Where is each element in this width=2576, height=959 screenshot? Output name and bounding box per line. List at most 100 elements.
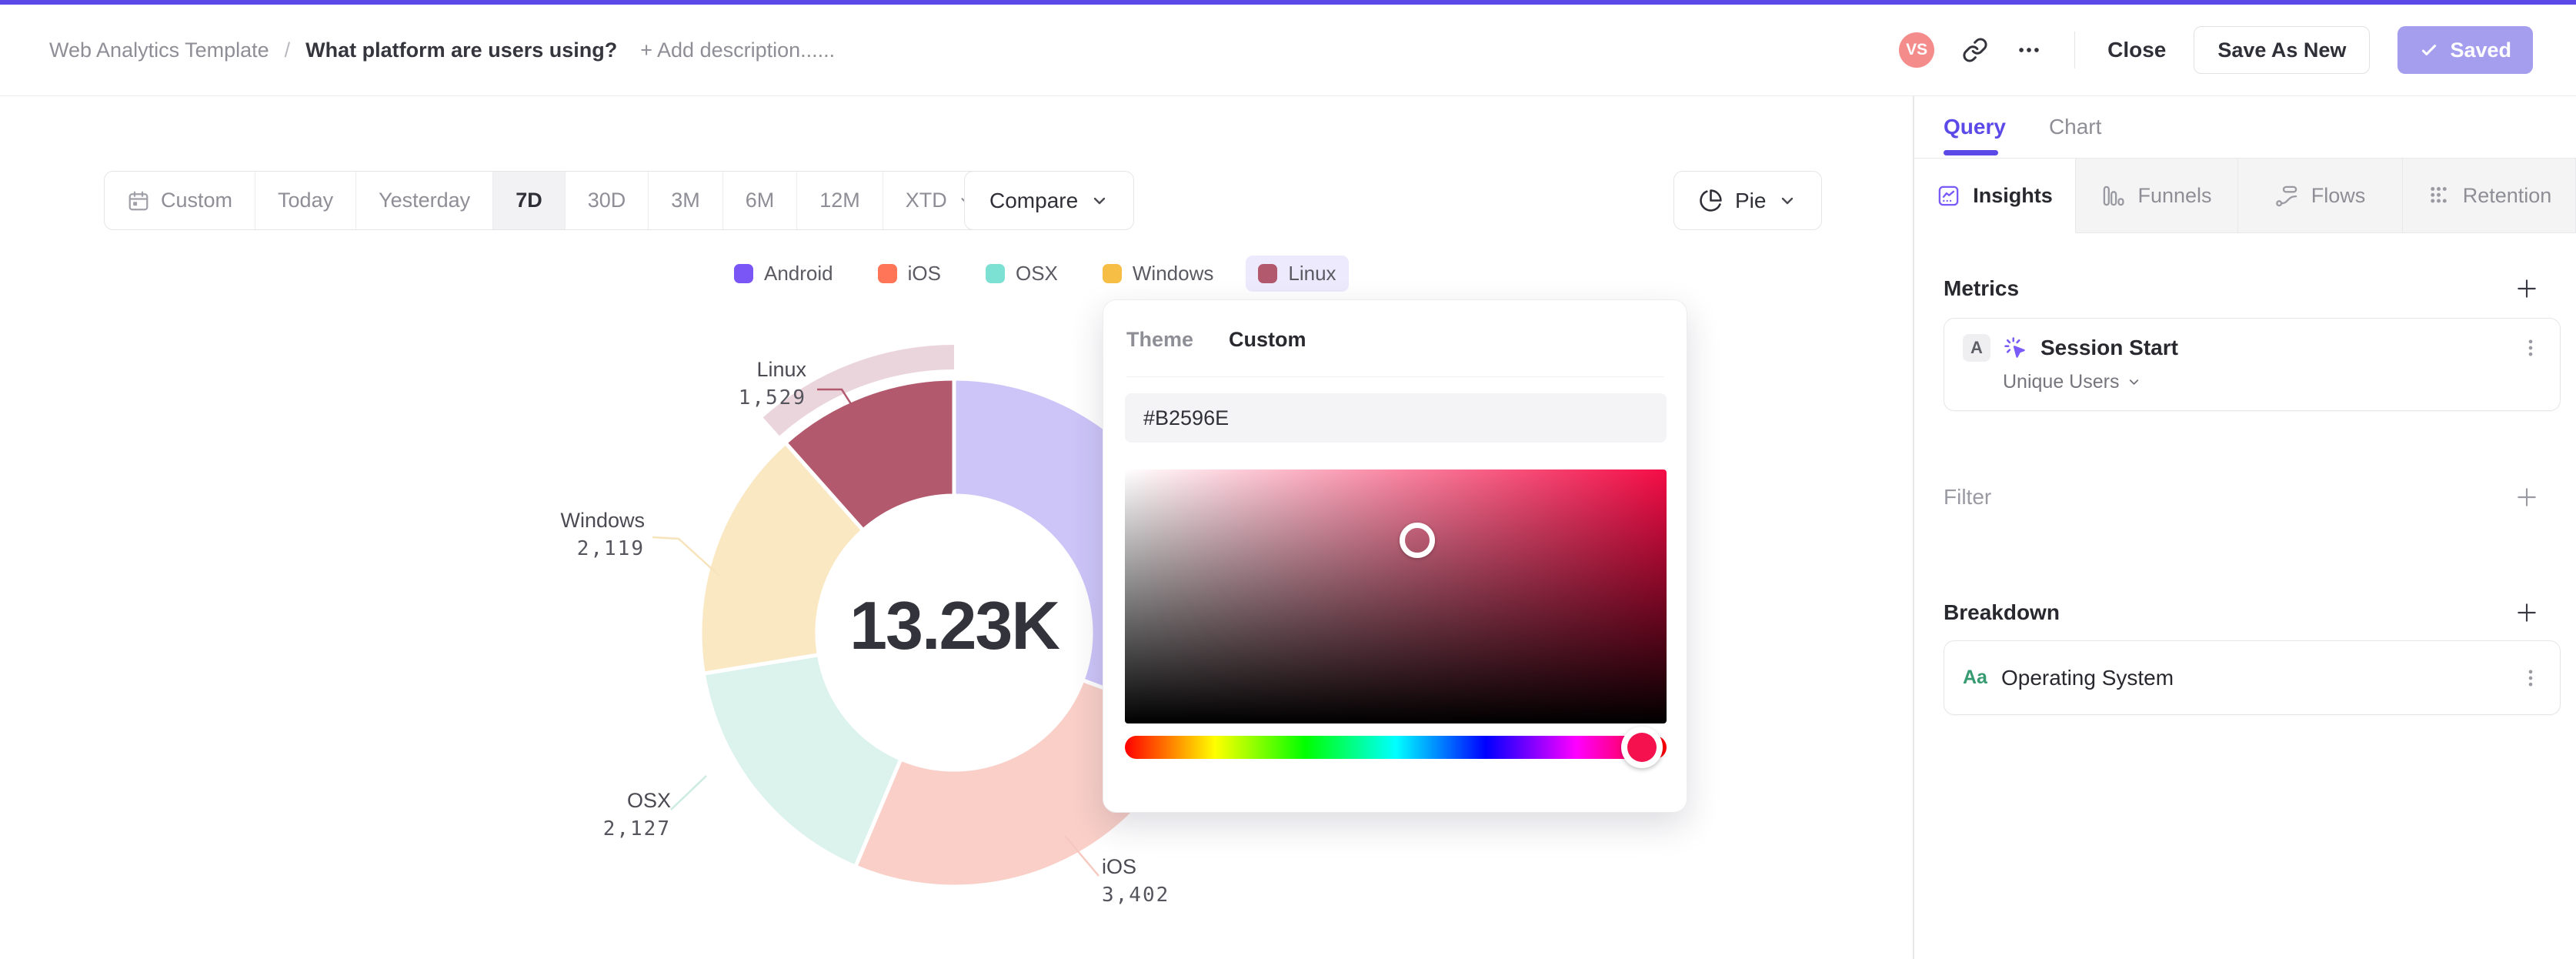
legend-label: Linux — [1288, 262, 1336, 285]
chevron-down-icon — [2127, 375, 2141, 389]
header: Web Analytics Template / What platform a… — [0, 5, 2576, 96]
hue-handle-color — [1627, 733, 1657, 762]
legend-item-windows[interactable]: Windows — [1090, 256, 1226, 292]
saved-button-label: Saved — [2450, 38, 2511, 62]
date-range-custom[interactable]: Custom — [105, 172, 256, 229]
date-range-today[interactable]: Today — [255, 172, 357, 229]
legend-swatch — [877, 264, 897, 283]
metric-card[interactable]: A Session Start Unique Users — [1944, 318, 2561, 411]
analysis-type-tabs: Insights Funnels Flows Retention — [1914, 159, 2576, 233]
tab-custom[interactable]: Custom — [1229, 328, 1306, 352]
leader-line-osx — [670, 775, 707, 810]
filter-section-header: Filter — [1944, 485, 2561, 510]
breakdown-card[interactable]: Aa Operating System — [1944, 640, 2561, 715]
event-spark-icon — [2003, 336, 2028, 361]
metric-aggregation-dropdown[interactable]: Unique Users — [2003, 371, 2541, 393]
slice-label-name: iOS — [1102, 855, 1137, 878]
date-range-label: Yesterday — [379, 189, 471, 212]
saved-button[interactable]: Saved — [2397, 26, 2533, 74]
check-icon — [2419, 40, 2439, 60]
saturation-value-area[interactable] — [1125, 469, 1667, 723]
date-range-7d[interactable]: 7D — [493, 172, 566, 229]
date-range-6m[interactable]: 6M — [723, 172, 798, 229]
link-icon[interactable] — [1962, 37, 1988, 63]
slice-label-name: Windows — [560, 509, 645, 532]
compare-button[interactable]: Compare — [964, 171, 1135, 230]
slice-label-windows: Windows 2,119 — [522, 506, 645, 563]
add-metric-icon[interactable] — [2514, 276, 2539, 301]
metrics-section-header: Metrics — [1944, 276, 2561, 301]
slice-label-value: 2,119 — [576, 537, 645, 560]
insights-icon — [1937, 184, 1960, 208]
popup-divider — [1126, 376, 1663, 377]
save-as-new-button[interactable]: Save As New — [2194, 26, 2371, 74]
slice-label-name: OSX — [626, 789, 671, 812]
date-range-12m[interactable]: 12M — [797, 172, 883, 229]
hex-color-input[interactable] — [1125, 393, 1667, 443]
filter-heading: Filter — [1944, 485, 1992, 509]
date-range-label: 3M — [671, 189, 700, 212]
flows-icon — [2275, 184, 2299, 208]
slice-label-name: Linux — [756, 358, 806, 381]
metrics-heading: Metrics — [1944, 276, 2020, 300]
tab-retention[interactable]: Retention — [2403, 159, 2576, 233]
date-range-label: 12M — [819, 189, 860, 212]
chevron-down-icon — [1090, 192, 1109, 210]
metric-kebab-icon[interactable] — [2520, 337, 2541, 359]
legend-swatch — [734, 264, 753, 283]
date-range-label: 30D — [587, 189, 626, 212]
date-range-yesterday[interactable]: Yesterday — [356, 172, 494, 229]
breadcrumb: Web Analytics Template / What platform a… — [49, 38, 835, 62]
legend-swatch — [1258, 264, 1278, 283]
tab-label: Funnels — [2137, 183, 2212, 207]
tab-insights[interactable]: Insights — [1914, 159, 2076, 233]
tab-theme[interactable]: Theme — [1126, 328, 1193, 352]
page-title[interactable]: What platform are users using? — [305, 38, 617, 62]
date-range-label: Custom — [161, 189, 233, 212]
tab-label: Flows — [2311, 183, 2366, 207]
date-range-label: 7D — [516, 189, 542, 212]
add-breakdown-icon[interactable] — [2514, 600, 2539, 625]
hue-slider-handle[interactable] — [1621, 727, 1663, 768]
pie-chart-icon — [1699, 189, 1723, 212]
breakdown-kebab-icon[interactable] — [2520, 667, 2541, 689]
date-range-control: Custom Today Yesterday 7D 30D 3M 6M 12M XTD — [104, 171, 998, 230]
header-divider — [2074, 32, 2076, 68]
sidebar-content: Metrics A Session Start Unique Users Fil… — [1914, 276, 2576, 715]
hue-slider[interactable] — [1125, 736, 1667, 759]
add-filter-icon[interactable] — [2514, 485, 2539, 510]
breadcrumb-root[interactable]: Web Analytics Template — [49, 38, 269, 62]
slice-label-osx: OSX 2,127 — [548, 787, 671, 844]
tab-label: Retention — [2462, 183, 2552, 207]
legend-item-ios[interactable]: iOS — [866, 256, 953, 292]
date-range-3m[interactable]: 3M — [649, 172, 723, 229]
add-description-button[interactable]: + Add description...... — [640, 38, 835, 62]
tab-query[interactable]: Query — [1944, 115, 2006, 139]
more-options-icon[interactable] — [2016, 37, 2042, 63]
slice-label-value: 1,529 — [738, 386, 806, 409]
legend-label: OSX — [1015, 262, 1058, 285]
breakdown-property-name: Operating System — [2000, 665, 2174, 690]
sidebar-tabbar: Query Chart — [1914, 96, 2576, 159]
legend-item-osx[interactable]: OSX — [973, 256, 1070, 292]
slice-label-ios: iOS 3,402 — [1102, 853, 1256, 910]
date-range-label: XTD — [905, 189, 947, 212]
close-button[interactable]: Close — [2107, 38, 2166, 62]
metric-letter-badge: A — [1963, 334, 1990, 362]
slice-label-value: 2,127 — [602, 817, 671, 840]
tab-flows[interactable]: Flows — [2238, 159, 2403, 233]
legend-item-linux[interactable]: Linux — [1246, 256, 1349, 292]
chart-type-button[interactable]: Pie — [1673, 171, 1823, 230]
tab-chart[interactable]: Chart — [2049, 115, 2101, 139]
legend-label: Android — [764, 262, 833, 285]
avatar[interactable]: VS — [1899, 32, 1935, 68]
legend-label: iOS — [907, 262, 941, 285]
slice-label-value: 3,402 — [1102, 884, 1170, 907]
legend-item-android[interactable]: Android — [722, 256, 846, 292]
active-tab-underline — [1944, 150, 1998, 155]
chevron-down-icon — [1778, 192, 1797, 210]
breadcrumb-separator: / — [284, 38, 291, 62]
tab-funnels[interactable]: Funnels — [2076, 159, 2238, 233]
date-range-30d[interactable]: 30D — [566, 172, 649, 229]
legend-swatch — [1102, 264, 1122, 283]
